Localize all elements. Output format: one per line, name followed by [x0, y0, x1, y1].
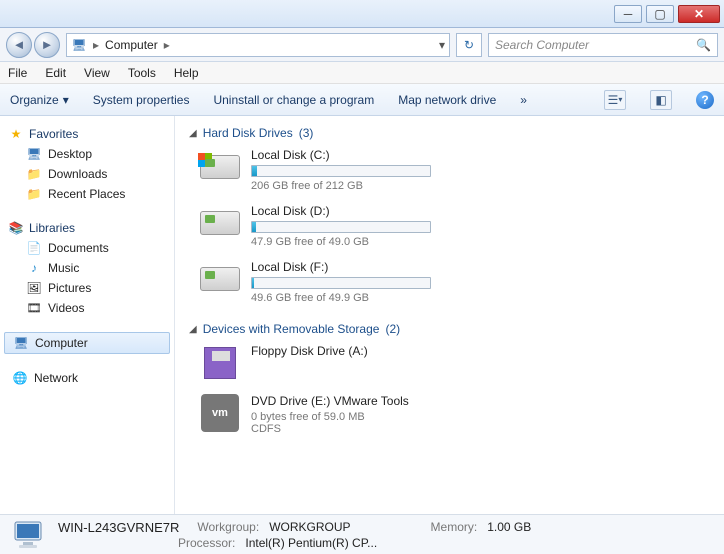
search-input[interactable]: Search Computer 🔍: [488, 33, 718, 57]
navigation-pane: ★ Favorites 🖥Desktop 📁Downloads 📁Recent …: [0, 116, 175, 514]
sidebar-item-music[interactable]: ♪Music: [4, 258, 170, 278]
drive-d[interactable]: Local Disk (D:) 47.9 GB free of 49.0 GB: [199, 204, 449, 248]
sidebar-libraries-header[interactable]: 📚 Libraries: [4, 218, 170, 238]
memory-label: Memory:: [431, 520, 478, 535]
computer-large-icon: [12, 519, 48, 551]
downloads-icon: 📁: [26, 166, 42, 182]
usage-text: 47.9 GB free of 49.0 GB: [251, 236, 449, 248]
hdd-icon: [199, 260, 241, 298]
sidebar-favorites-header[interactable]: ★ Favorites: [4, 124, 170, 144]
sidebar-item-pictures[interactable]: 🖼Pictures: [4, 278, 170, 298]
menu-help[interactable]: Help: [174, 66, 199, 80]
filesystem-text: CDFS: [251, 423, 449, 435]
sidebar-item-recent-places[interactable]: 📁Recent Places: [4, 184, 170, 204]
back-button[interactable]: ◄: [6, 32, 32, 58]
system-properties-button[interactable]: System properties: [93, 93, 190, 107]
nav-bar: ◄ ► 🖥 ▸ Computer ▸ ▾ ↻ Search Computer 🔍: [0, 28, 724, 62]
documents-icon: 📄: [26, 240, 42, 256]
close-button[interactable]: ✕: [678, 5, 720, 23]
organize-button[interactable]: Organize▾: [10, 93, 69, 107]
workgroup-label: Workgroup:: [197, 520, 259, 535]
workgroup-value: WORKGROUP: [269, 520, 350, 535]
processor-label: Processor:: [178, 536, 235, 550]
address-bar[interactable]: 🖥 ▸ Computer ▸ ▾: [66, 33, 450, 57]
collapse-icon: ◢: [189, 324, 197, 335]
usage-text: 206 GB free of 212 GB: [251, 180, 449, 192]
search-placeholder: Search Computer: [495, 38, 589, 52]
map-network-drive-button[interactable]: Map network drive: [398, 93, 496, 107]
sidebar-item-videos[interactable]: 🎞Videos: [4, 298, 170, 318]
details-pane: WIN-L243GVRNE7R Workgroup: WORKGROUP Mem…: [0, 514, 724, 554]
music-icon: ♪: [26, 260, 42, 276]
menu-tools[interactable]: Tools: [128, 66, 156, 80]
help-button[interactable]: ?: [696, 91, 714, 109]
computer-icon: 🖥: [13, 335, 29, 351]
sidebar-item-downloads[interactable]: 📁Downloads: [4, 164, 170, 184]
menu-view[interactable]: View: [84, 66, 110, 80]
usage-bar: [251, 165, 431, 177]
videos-icon: 🎞: [26, 300, 42, 316]
usage-text: 49.6 GB free of 49.9 GB: [251, 292, 449, 304]
section-hard-disk-drives[interactable]: ◢ Hard Disk Drives (3): [189, 126, 710, 140]
drive-f[interactable]: Local Disk (F:) 49.6 GB free of 49.9 GB: [199, 260, 449, 304]
network-icon: 🌐: [12, 370, 28, 386]
content-pane: ◢ Hard Disk Drives (3) Local Disk (C:) 2…: [175, 116, 724, 514]
floppy-icon: [199, 344, 241, 382]
drive-e[interactable]: vm DVD Drive (E:) VMware Tools 0 bytes f…: [199, 394, 449, 435]
dvd-icon: vm: [199, 394, 241, 432]
memory-value: 1.00 GB: [487, 520, 531, 535]
minimize-button[interactable]: ─: [614, 5, 642, 23]
drive-c[interactable]: Local Disk (C:) 206 GB free of 212 GB: [199, 148, 449, 192]
main-split: ★ Favorites 🖥Desktop 📁Downloads 📁Recent …: [0, 116, 724, 514]
drive-label: Local Disk (C:): [251, 148, 449, 162]
menu-bar: File Edit View Tools Help: [0, 62, 724, 84]
chevron-down-icon: ▾: [63, 93, 69, 107]
search-icon: 🔍: [696, 38, 711, 52]
usage-bar: [251, 277, 431, 289]
sidebar-item-documents[interactable]: 📄Documents: [4, 238, 170, 258]
breadcrumb-sep-end: ▸: [162, 38, 172, 52]
breadcrumb-sep: ▸: [91, 38, 101, 52]
section-removable-storage[interactable]: ◢ Devices with Removable Storage (2): [189, 322, 710, 336]
toolbar: Organize▾ System properties Uninstall or…: [0, 84, 724, 116]
computer-icon: 🖥: [71, 37, 87, 53]
computer-name: WIN-L243GVRNE7R: [58, 520, 179, 535]
menu-file[interactable]: File: [8, 66, 27, 80]
collapse-icon: ◢: [189, 128, 197, 139]
drive-label: Local Disk (D:): [251, 204, 449, 218]
libraries-icon: 📚: [8, 220, 24, 236]
sidebar-item-network[interactable]: 🌐Network: [4, 368, 170, 388]
drive-label: Floppy Disk Drive (A:): [251, 344, 449, 358]
toolbar-overflow-button[interactable]: »: [520, 93, 527, 107]
processor-value: Intel(R) Pentium(R) CP...: [245, 536, 377, 550]
hdd-icon: [199, 204, 241, 242]
usage-text: 0 bytes free of 59.0 MB: [251, 411, 449, 423]
address-dropdown-icon[interactable]: ▾: [439, 38, 445, 52]
usage-bar: [251, 221, 431, 233]
sidebar-item-computer[interactable]: 🖥Computer: [4, 332, 170, 354]
breadcrumb-computer[interactable]: Computer: [105, 38, 158, 52]
maximize-button[interactable]: ▢: [646, 5, 674, 23]
hdd-icon: [199, 148, 241, 186]
view-mode-button[interactable]: ☰▾: [604, 90, 626, 110]
uninstall-program-button[interactable]: Uninstall or change a program: [213, 93, 374, 107]
forward-button[interactable]: ►: [34, 32, 60, 58]
pictures-icon: 🖼: [26, 280, 42, 296]
drive-label: DVD Drive (E:) VMware Tools: [251, 394, 449, 408]
recent-places-icon: 📁: [26, 186, 42, 202]
desktop-icon: 🖥: [26, 146, 42, 162]
preview-pane-button[interactable]: ◧: [650, 90, 672, 110]
menu-edit[interactable]: Edit: [45, 66, 66, 80]
title-bar: ─ ▢ ✕: [0, 0, 724, 28]
sidebar-item-desktop[interactable]: 🖥Desktop: [4, 144, 170, 164]
drive-a[interactable]: Floppy Disk Drive (A:): [199, 344, 449, 382]
star-icon: ★: [8, 126, 24, 142]
refresh-button[interactable]: ↻: [456, 33, 482, 57]
drive-label: Local Disk (F:): [251, 260, 449, 274]
